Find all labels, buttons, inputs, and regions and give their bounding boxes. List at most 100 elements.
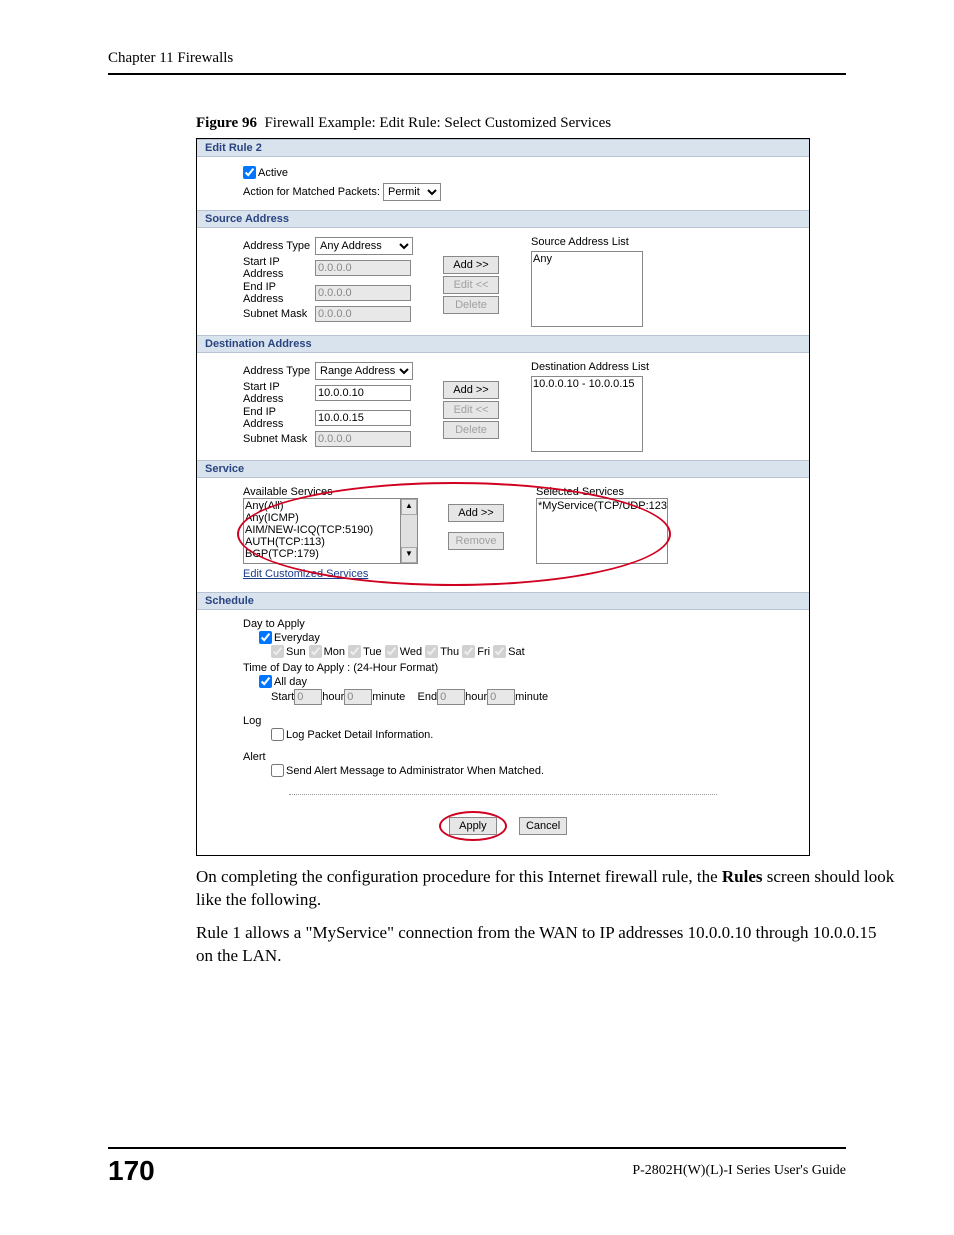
src-mask-input[interactable] <box>315 306 411 322</box>
scroll-down-icon[interactable]: ▼ <box>401 547 417 563</box>
highlight-apply: Apply <box>439 811 507 841</box>
minute-label: minute <box>515 691 548 703</box>
sat-checkbox <box>493 645 506 658</box>
start-min-input[interactable] <box>344 689 372 705</box>
src-addr-type-select[interactable]: Any Address <box>315 237 413 255</box>
mon-checkbox <box>309 645 322 658</box>
log-label: Log Packet Detail Information. <box>286 729 433 741</box>
dst-start-input[interactable] <box>315 385 411 401</box>
end-min-input[interactable] <box>487 689 515 705</box>
dst-end-input[interactable] <box>315 410 411 426</box>
tue-checkbox <box>348 645 361 658</box>
src-end-label: End IP Address <box>243 281 315 305</box>
chapter-header: Chapter 11 Firewalls <box>108 50 846 75</box>
list-item[interactable]: BGP(TCP:179) <box>245 548 399 560</box>
dst-add-button[interactable]: Add >> <box>443 381 499 399</box>
alert-checkbox[interactable] <box>271 764 284 777</box>
day-label: Tue <box>363 646 382 658</box>
figure-title: Firewall Example: Edit Rule: Select Cust… <box>264 115 611 131</box>
allday-label: All day <box>274 676 307 688</box>
list-item[interactable]: Any <box>533 253 641 265</box>
edit-rule-panel: Edit Rule 2 Active Action for Matched Pa… <box>196 138 810 856</box>
active-checkbox[interactable] <box>243 166 256 179</box>
cancel-button[interactable]: Cancel <box>519 817 567 835</box>
panel-title: Edit Rule 2 <box>197 139 809 157</box>
svc-remove-button[interactable]: Remove <box>448 532 504 550</box>
figure-caption: Figure 96 Firewall Example: Edit Rule: S… <box>196 115 846 132</box>
active-label: Active <box>258 167 288 179</box>
figure-number: Figure 96 <box>196 115 257 131</box>
day-label: Wed <box>400 646 422 658</box>
start-label: Start <box>271 691 294 703</box>
src-list[interactable]: Any <box>531 251 643 327</box>
hour-label: hour <box>322 691 344 703</box>
body-paragraph-1: On completing the configuration procedur… <box>196 866 896 912</box>
dst-mask-input[interactable] <box>315 431 411 447</box>
source-header: Source Address <box>197 210 809 228</box>
sel-services-title: Selected Services <box>536 486 668 498</box>
list-item[interactable]: Any(ICMP) <box>245 512 399 524</box>
page-footer: 170 P-2802H(W)(L)-I Series User's Guide <box>108 1147 846 1187</box>
end-label: End <box>418 691 438 703</box>
fri-checkbox <box>462 645 475 658</box>
minute-label: minute <box>372 691 405 703</box>
thu-checkbox <box>425 645 438 658</box>
alert-header: Alert <box>243 751 809 763</box>
avail-services-list[interactable]: Any(All) Any(ICMP) AIM/NEW-ICQ(TCP:5190)… <box>243 498 401 564</box>
wed-checkbox <box>385 645 398 658</box>
dest-header: Destination Address <box>197 335 809 353</box>
service-header: Service <box>197 460 809 478</box>
list-item[interactable]: AIM/NEW-ICQ(TCP:5190) <box>245 524 399 536</box>
alert-label: Send Alert Message to Administrator When… <box>286 765 544 777</box>
page-number: 170 <box>108 1155 155 1187</box>
start-hour-input[interactable] <box>294 689 322 705</box>
list-item[interactable]: AUTH(TCP:113) <box>245 536 399 548</box>
dst-addr-type-label: Address Type <box>243 365 315 377</box>
list-item[interactable]: *MyService(TCP/UDP:123) <box>538 500 666 512</box>
src-mask-label: Subnet Mask <box>243 308 315 320</box>
divider <box>289 794 717 795</box>
dst-edit-button[interactable]: Edit << <box>443 401 499 419</box>
day-label: Sat <box>508 646 525 658</box>
day-label: Mon <box>324 646 345 658</box>
list-item[interactable]: 10.0.0.10 - 10.0.0.15 <box>533 378 641 390</box>
src-edit-button[interactable]: Edit << <box>443 276 499 294</box>
svc-add-button[interactable]: Add >> <box>448 504 504 522</box>
dst-delete-button[interactable]: Delete <box>443 421 499 439</box>
guide-name: P-2802H(W)(L)-I Series User's Guide <box>632 1163 846 1179</box>
day-label: Thu <box>440 646 459 658</box>
src-start-input[interactable] <box>315 260 411 276</box>
src-addr-type-label: Address Type <box>243 240 315 252</box>
src-end-input[interactable] <box>315 285 411 301</box>
log-header: Log <box>243 715 809 727</box>
action-select[interactable]: Permit <box>383 183 441 201</box>
dst-addr-type-select[interactable]: Range Address <box>315 362 413 380</box>
body-paragraph-2: Rule 1 allows a "MyService" connection f… <box>196 922 896 968</box>
hour-label: hour <box>465 691 487 703</box>
allday-checkbox[interactable] <box>259 675 272 688</box>
dst-list-title: Destination Address List <box>531 361 649 373</box>
everyday-checkbox[interactable] <box>259 631 272 644</box>
day-to-apply-label: Day to Apply <box>243 618 809 630</box>
src-start-label: Start IP Address <box>243 256 315 280</box>
time-of-day-label: Time of Day to Apply : (24-Hour Format) <box>243 662 809 674</box>
dst-list[interactable]: 10.0.0.10 - 10.0.0.15 <box>531 376 643 452</box>
everyday-label: Everyday <box>274 632 320 644</box>
dst-mask-label: Subnet Mask <box>243 433 315 445</box>
log-checkbox[interactable] <box>271 728 284 741</box>
scroll-up-icon[interactable]: ▲ <box>401 499 417 515</box>
list-item[interactable]: Any(All) <box>245 500 399 512</box>
dst-end-label: End IP Address <box>243 406 315 430</box>
action-label: Action for Matched Packets: <box>243 186 380 198</box>
edit-custom-services-link[interactable]: Edit Customized Services <box>243 568 368 580</box>
avail-services-title: Available Services <box>243 486 418 498</box>
src-add-button[interactable]: Add >> <box>443 256 499 274</box>
sun-checkbox <box>271 645 284 658</box>
end-hour-input[interactable] <box>437 689 465 705</box>
scrollbar[interactable]: ▲ ▼ <box>401 498 418 564</box>
day-label: Sun <box>286 646 306 658</box>
src-delete-button[interactable]: Delete <box>443 296 499 314</box>
apply-button[interactable]: Apply <box>449 817 497 835</box>
schedule-header: Schedule <box>197 592 809 610</box>
sel-services-list[interactable]: *MyService(TCP/UDP:123) <box>536 498 668 564</box>
